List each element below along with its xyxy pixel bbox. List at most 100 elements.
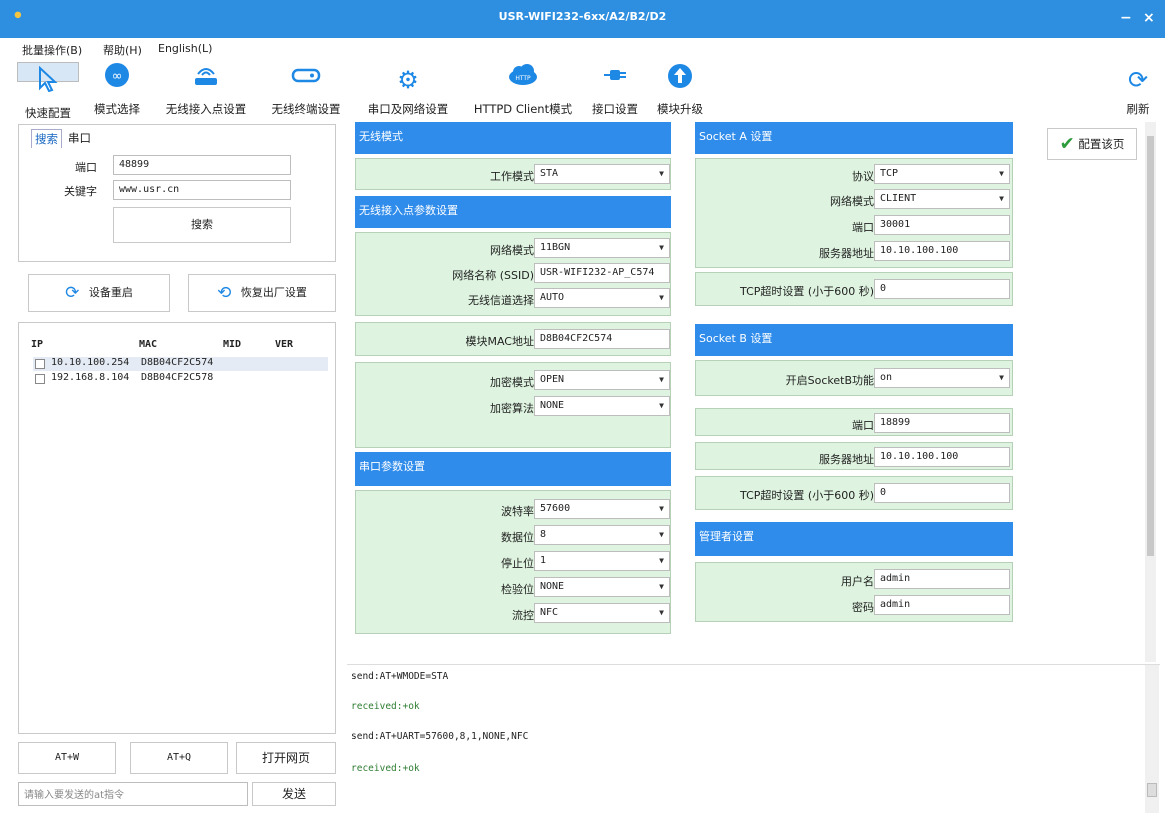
- keyword-label: 关键字: [64, 185, 97, 198]
- enc-algo-select[interactable]: NONE ▼: [534, 396, 670, 416]
- at-q-button[interactable]: AT+Q: [130, 742, 228, 774]
- group-admin: 用户名 admin 密码 admin: [695, 562, 1013, 622]
- work-mode-select[interactable]: STA ▼: [534, 164, 670, 184]
- protocol-label: 协议: [852, 170, 874, 183]
- stop-bits-select[interactable]: 1 ▼: [534, 551, 670, 571]
- device-row[interactable]: 192.168.8.104 D8B04CF2C578: [33, 372, 328, 386]
- ssid-label: 网络名称 (SSID): [452, 269, 534, 282]
- log-scrollbar[interactable]: [1145, 665, 1159, 813]
- search-button[interactable]: 搜索: [113, 207, 291, 243]
- chevron-down-icon: ▼: [659, 293, 664, 302]
- group-uart: 波特率 57600 ▼ 数据位 8 ▼ 停止位 1 ▼ 检验位 NONE ▼ 流控 NF…: [355, 490, 671, 634]
- tool-terminal-settings[interactable]: 无线终端设置: [262, 62, 350, 120]
- tab-search[interactable]: 搜索: [31, 129, 62, 148]
- config-scrollbar-thumb[interactable]: [1147, 136, 1154, 556]
- tool-httpd-client[interactable]: HTTP HTTPD Client模式: [466, 62, 580, 120]
- device-ip: 192.168.8.104: [51, 372, 130, 383]
- restart-device-button[interactable]: ⟳ 设备重启: [28, 274, 170, 312]
- title-bar: ⚫ USR-WIFI232-6xx/A2/B2/D2 − ×: [0, 0, 1165, 38]
- log-scrollbar-thumb[interactable]: [1147, 783, 1157, 797]
- socket-a-timeout-input[interactable]: 0: [874, 279, 1010, 299]
- socket-a-server-input[interactable]: 10.10.100.100: [874, 241, 1010, 261]
- device-list: IP MAC MID VER 10.10.100.254 D8B04CF2C57…: [18, 322, 336, 734]
- socket-b-timeout-input[interactable]: 0: [874, 483, 1010, 503]
- parity-label: 检验位: [501, 583, 534, 596]
- username-input[interactable]: admin: [874, 569, 1010, 589]
- socket-b-port-input[interactable]: 18899: [874, 413, 1010, 433]
- menu-help[interactable]: 帮助(H): [103, 42, 142, 58]
- socket-a-netmode-label: 网络模式: [830, 195, 874, 208]
- tool-label: 快速配置: [25, 106, 71, 120]
- socket-b-server-input[interactable]: 10.10.100.100: [874, 447, 1010, 467]
- close-button[interactable]: ×: [1143, 10, 1155, 26]
- col-ip: IP: [31, 339, 44, 350]
- config-page-button[interactable]: ✔ 配置该页: [1047, 128, 1137, 160]
- send-button[interactable]: 发送: [252, 782, 336, 806]
- device-ip: 10.10.100.254: [51, 357, 130, 368]
- mac-input[interactable]: D8B04CF2C574: [534, 329, 670, 349]
- tool-mode-select[interactable]: ∞ 模式选择: [85, 62, 149, 120]
- svg-text:HTTP: HTTP: [515, 75, 531, 82]
- group-mac: 模块MAC地址 D8B04CF2C574: [355, 322, 671, 356]
- socket-a-server-label: 服务器地址: [819, 247, 874, 260]
- parity-select[interactable]: NONE ▼: [534, 577, 670, 597]
- ssid-input[interactable]: USR-WIFI232-AP_C574: [534, 263, 670, 283]
- config-page-label: 配置该页: [1078, 137, 1125, 151]
- tool-ap-settings[interactable]: 无线接入点设置: [155, 62, 257, 120]
- minimize-button[interactable]: −: [1120, 10, 1132, 26]
- menu-bar: 批量操作(B) 帮助(H) English(L): [0, 38, 1165, 60]
- device-row[interactable]: 10.10.100.254 D8B04CF2C574: [33, 357, 328, 371]
- protocol-value: TCP: [880, 168, 899, 179]
- protocol-select[interactable]: TCP ▼: [874, 164, 1010, 184]
- port-input[interactable]: 48899: [113, 155, 291, 175]
- net-mode-select[interactable]: 11BGN ▼: [534, 238, 670, 258]
- chevron-down-icon: ▼: [999, 373, 1004, 382]
- baud-value: 57600: [540, 503, 571, 514]
- data-bits-select[interactable]: 8 ▼: [534, 525, 670, 545]
- tool-label: 模块升级: [657, 102, 703, 116]
- chevron-down-icon: ▼: [659, 556, 664, 565]
- keyword-input[interactable]: www.usr.cn: [113, 180, 291, 200]
- open-web-button[interactable]: 打开网页: [236, 742, 336, 774]
- device-checkbox[interactable]: [35, 359, 45, 369]
- log-line-received: received:+ok: [351, 763, 420, 774]
- socket-a-timeout-label: TCP超时设置 (小于600 秒): [740, 285, 874, 298]
- username-label: 用户名: [841, 575, 874, 588]
- menu-batch[interactable]: 批量操作(B): [22, 42, 82, 58]
- enc-mode-select[interactable]: OPEN ▼: [534, 370, 670, 390]
- baud-select[interactable]: 57600 ▼: [534, 499, 670, 519]
- at-command-input[interactable]: 请输入要发送的at指令: [18, 782, 248, 806]
- refresh-button[interactable]: ⟳ 刷新: [1118, 62, 1158, 120]
- log-line-send: send:AT+WMODE=STA: [351, 671, 449, 682]
- socket-a-port-input[interactable]: 30001: [874, 215, 1010, 235]
- device-mac: D8B04CF2C578: [141, 372, 214, 383]
- stop-bits-label: 停止位: [501, 557, 534, 570]
- device-mac: D8B04CF2C574: [141, 357, 214, 368]
- left-panel: 搜索 串口 端口 48899 关键字 www.usr.cn 搜索 ⟳ 设备重启 …: [14, 122, 341, 812]
- flow-select[interactable]: NFC ▼: [534, 603, 670, 623]
- svg-text:∞: ∞: [112, 69, 123, 84]
- tab-serial[interactable]: 串口: [65, 129, 94, 147]
- tool-serial-network[interactable]: ⚙ 串口及网络设置: [358, 62, 458, 120]
- tool-quick-config[interactable]: 快速配置: [17, 62, 79, 120]
- socket-b-enable-value: on: [880, 372, 893, 383]
- config-scrollbar[interactable]: [1145, 122, 1156, 662]
- refresh-label: 刷新: [1126, 102, 1150, 116]
- tool-module-upgrade[interactable]: 模块升级: [652, 62, 708, 120]
- password-input[interactable]: admin: [874, 595, 1010, 615]
- tool-interface-settings[interactable]: 接口设置: [586, 62, 644, 120]
- socket-a-netmode-select[interactable]: CLIENT ▼: [874, 189, 1010, 209]
- at-w-button[interactable]: AT+W: [18, 742, 116, 774]
- net-mode-value: 11BGN: [540, 242, 571, 253]
- chevron-down-icon: ▼: [659, 375, 664, 384]
- channel-select[interactable]: AUTO ▼: [534, 288, 670, 308]
- chevron-down-icon: ▼: [659, 169, 664, 178]
- factory-reset-button[interactable]: ⟲ 恢复出厂设置: [188, 274, 336, 312]
- section-wireless-mode: 无线模式: [355, 122, 671, 154]
- socket-b-enable-select[interactable]: on ▼: [874, 368, 1010, 388]
- device-checkbox[interactable]: [35, 374, 45, 384]
- chevron-down-icon: ▼: [659, 401, 664, 410]
- password-label: 密码: [852, 601, 874, 614]
- group-socket-a-timeout: TCP超时设置 (小于600 秒) 0: [695, 272, 1013, 306]
- menu-english[interactable]: English(L): [158, 42, 212, 55]
